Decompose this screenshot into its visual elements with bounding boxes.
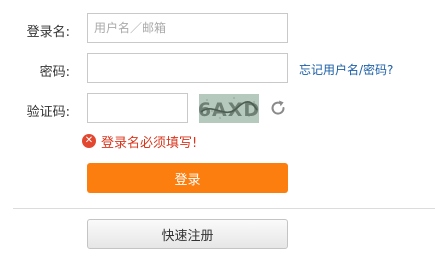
divider [13, 208, 435, 209]
captcha-input[interactable] [87, 93, 188, 123]
username-label: 登录名: [26, 25, 70, 40]
password-label: 密码: [39, 65, 70, 80]
error-circle-icon: ✕ [82, 134, 96, 148]
error-text: 登录名必须填写! [101, 135, 198, 151]
forgot-credentials-link[interactable]: 忘记用户名/密码? [299, 61, 393, 78]
password-input[interactable] [87, 53, 288, 83]
refresh-icon [271, 100, 285, 115]
refresh-captcha-button[interactable] [268, 98, 288, 118]
username-input[interactable] [87, 13, 288, 43]
captcha-image[interactable]: 6AXD [199, 94, 259, 123]
error-message: ✕ 登录名必须填写! [82, 132, 198, 151]
register-button[interactable]: 快速注册 [87, 219, 288, 249]
login-button[interactable]: 登录 [87, 163, 288, 193]
captcha-label: 验证码: [26, 105, 70, 120]
